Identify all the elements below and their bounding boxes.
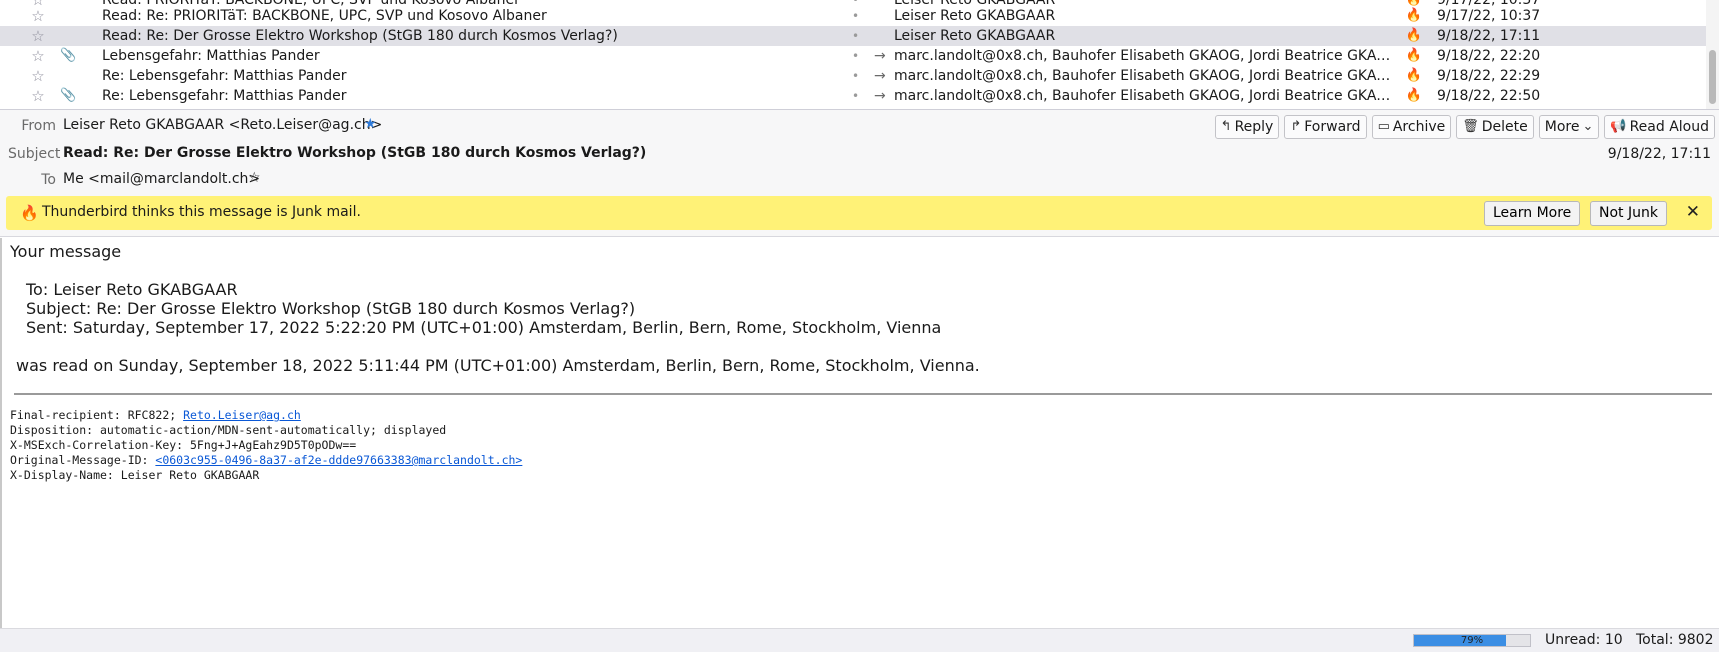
learn-more-button[interactable]: Learn More [1484, 201, 1581, 226]
attachment-icon: 📎 [60, 88, 76, 103]
unread-dot-icon[interactable]: • [852, 46, 862, 66]
more-button[interactable]: More ⌄ [1538, 115, 1600, 139]
forward-button[interactable]: ↱ Forward [1284, 115, 1367, 139]
progress-bar: 79% [1413, 634, 1531, 647]
to-value[interactable]: Me <mail@marclandolt.ch> [63, 171, 260, 187]
star-icon[interactable]: ☆ [28, 6, 48, 26]
message-subject: Re: Lebensgefahr: Matthias Pander [102, 68, 347, 84]
message-date: 9/18/22, 22:50 [1437, 88, 1541, 104]
reply-icon: ↰ [1220, 119, 1232, 134]
junk-flame-icon: 🔥 [20, 204, 39, 222]
archive-icon: ▭ [1377, 119, 1390, 134]
unread-dot-icon[interactable]: • [852, 26, 862, 46]
original-message-id-line: Original-Message-ID: <0603c955-0496-8a37… [10, 453, 522, 467]
body-to-line: To: Leiser Reto GKABGAAR [26, 280, 238, 299]
message-date: 9/18/22, 22:20 [1437, 48, 1541, 64]
reply-label: Reply [1234, 119, 1274, 135]
junk-flame-icon[interactable]: 🔥 [1405, 46, 1423, 66]
trash-icon: 🗑 [1462, 119, 1479, 134]
message-date: 9/18/22, 22:29 [1437, 68, 1541, 84]
junk-flame-icon[interactable]: 🔥 [1405, 66, 1423, 86]
message-date: 9/18/22, 17:11 [1437, 28, 1541, 44]
star-icon[interactable]: ☆ [28, 86, 48, 106]
message-row[interactable]: ☆ 📎 Re: Lebensgefahr: Matthias Pander • … [0, 86, 1706, 106]
disposition-line: Disposition: automatic-action/MDN-sent-a… [10, 423, 447, 437]
message-correspondents: Leiser Reto GKABGAAR [894, 8, 1056, 24]
message-body: Your message To: Leiser Reto GKABGAAR Su… [0, 238, 1719, 628]
unread-count: Unread: 10 [1545, 632, 1623, 648]
message-correspondents: marc.landolt@0x8.ch, Bauhofer Elisabeth … [894, 88, 1394, 104]
junk-message: Thunderbird thinks this message is Junk … [42, 204, 361, 220]
message-date: 9/17/22, 10:37 [1437, 8, 1541, 24]
message-list[interactable]: ☆ Read: PRIORITäT: BACKBONE, UPC, SVP un… [0, 0, 1719, 110]
original-id-prefix: Original-Message-ID: [10, 453, 156, 467]
megaphone-icon: 📢 [1610, 119, 1627, 134]
body-subject-line: Subject: Re: Der Grosse Elektro Workshop… [26, 299, 636, 318]
forward-label: Forward [1304, 119, 1361, 135]
subject-label: Subject [8, 146, 61, 162]
body-intro: Your message [10, 242, 122, 261]
message-row[interactable]: ☆ Re: Lebensgefahr: Matthias Pander • → … [0, 66, 1706, 86]
status-bar: 79% Unread: 10 Total: 9802 [0, 628, 1719, 652]
message-toolbar: ↰ Reply ↱ Forward ▭ Archive 🗑 Delete More ⌄ 📢… [1214, 115, 1715, 139]
final-recipient-link[interactable]: Reto.Leiser@ag.ch [183, 408, 301, 422]
message-date: 9/18/22, 17:11 [1607, 146, 1711, 162]
forward-icon: ↱ [1290, 119, 1302, 134]
more-label: More [1544, 119, 1580, 135]
chevron-down-icon: ⌄ [1582, 119, 1594, 134]
message-subject: Re: Lebensgefahr: Matthias Pander [102, 88, 347, 104]
delete-button[interactable]: 🗑 Delete [1456, 115, 1534, 139]
star-icon[interactable]: ★ [364, 116, 377, 132]
divider [14, 393, 1712, 395]
forward-arrow-icon: → [874, 48, 886, 64]
scrollbar-thumb[interactable] [1709, 50, 1716, 104]
not-junk-button[interactable]: Not Junk [1590, 201, 1667, 226]
read-aloud-button[interactable]: 📢 Read Aloud [1604, 115, 1715, 139]
close-icon[interactable]: ✕ [1686, 202, 1700, 222]
junk-notification-bar: 🔥 Thunderbird thinks this message is Jun… [6, 196, 1712, 230]
archive-button[interactable]: ▭ Archive [1371, 115, 1452, 139]
unread-dot-icon[interactable]: • [852, 66, 862, 86]
message-subject: Read: Re: PRIORITäT: BACKBONE, UPC, SVP … [102, 8, 547, 24]
unread-dot-icon[interactable]: • [852, 6, 862, 26]
body-sent-line: Sent: Saturday, September 17, 2022 5:22:… [26, 318, 942, 337]
reply-button[interactable]: ↰ Reply [1214, 115, 1280, 139]
final-recipient-prefix: Final-recipient: RFC822; [10, 408, 184, 422]
junk-flame-icon[interactable]: 🔥 [1405, 26, 1423, 46]
body-read-line: was read on Sunday, September 18, 2022 5… [16, 356, 980, 375]
message-subject: Lebensgefahr: Matthias Pander [102, 48, 320, 64]
subject-value: Read: Re: Der Grosse Elektro Workshop (S… [63, 145, 647, 161]
unread-dot-icon[interactable]: • [852, 86, 862, 106]
display-name-line: X-Display-Name: Leiser Reto GKABGAAR [10, 468, 260, 482]
to-label: To [41, 172, 56, 188]
message-subject: Read: Re: Der Grosse Elektro Workshop (S… [102, 28, 618, 44]
forward-arrow-icon: → [874, 88, 886, 104]
forward-arrow-icon: → [874, 68, 886, 84]
original-message-id-link[interactable]: <0603c955-0496-8a37-af2e-ddde97663383@ma… [155, 453, 522, 467]
star-outline-icon[interactable]: ☆ [248, 170, 261, 186]
delete-label: Delete [1481, 119, 1528, 135]
message-correspondents: marc.landolt@0x8.ch, Bauhofer Elisabeth … [894, 68, 1394, 84]
message-row[interactable]: ☆ Read: Re: PRIORITäT: BACKBONE, UPC, SV… [0, 6, 1706, 26]
attachment-icon: 📎 [60, 48, 76, 63]
message-row-selected[interactable]: ☆ Read: Re: Der Grosse Elektro Workshop … [0, 26, 1706, 46]
star-icon[interactable]: ☆ [28, 46, 48, 66]
junk-flame-icon[interactable]: 🔥 [1405, 86, 1423, 106]
junk-flame-icon[interactable]: 🔥 [1405, 6, 1423, 26]
correlation-key-line: X-MSExch-Correlation-Key: 5Fng+J+AgEahz9… [10, 438, 357, 452]
read-aloud-label: Read Aloud [1629, 119, 1709, 135]
message-correspondents: Leiser Reto GKABGAAR [894, 28, 1056, 44]
star-icon[interactable]: ☆ [28, 26, 48, 46]
final-recipient-line: Final-recipient: RFC822; Reto.Leiser@ag.… [10, 408, 301, 422]
archive-label: Archive [1392, 119, 1446, 135]
message-header: From Leiser Reto GKABGAAR <Reto.Leiser@a… [0, 110, 1719, 237]
message-list-scrollbar[interactable] [1706, 0, 1719, 109]
message-row[interactable]: ☆ 📎 Lebensgefahr: Matthias Pander • → ma… [0, 46, 1706, 66]
star-icon[interactable]: ☆ [28, 66, 48, 86]
message-correspondents: marc.landolt@0x8.ch, Bauhofer Elisabeth … [894, 48, 1394, 64]
total-count: Total: 9802 [1636, 632, 1714, 648]
progress-label: 79% [1460, 635, 1484, 646]
from-label: From [21, 118, 56, 134]
from-value[interactable]: Leiser Reto GKABGAAR <Reto.Leiser@ag.ch> [63, 117, 382, 133]
